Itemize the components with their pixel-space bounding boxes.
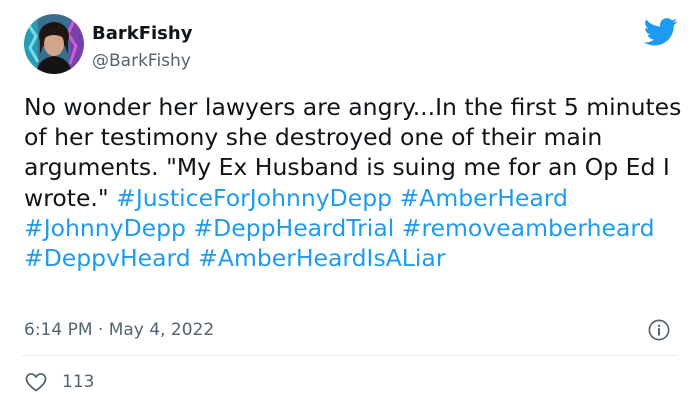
hashtag-link[interactable]: #AmberHeardIsALiar xyxy=(198,244,445,272)
display-name[interactable]: BarkFishy xyxy=(92,23,192,45)
tweet-text: No wonder her lawyers are angry...In the… xyxy=(24,92,684,273)
hashtag-link[interactable]: #removeamberheard xyxy=(402,214,655,242)
heart-icon xyxy=(25,373,47,392)
twitter-bird-icon[interactable] xyxy=(644,18,678,46)
info-icon[interactable] xyxy=(648,319,670,341)
hashtag-link[interactable]: #JusticeForJohnnyDepp xyxy=(116,184,392,212)
divider xyxy=(22,355,678,356)
user-handle[interactable]: @BarkFishy xyxy=(92,50,191,72)
hashtag-link[interactable]: #DeppvHeard xyxy=(24,244,191,272)
like-button[interactable]: 113 xyxy=(24,370,94,394)
hashtag-link[interactable]: #DeppHeardTrial xyxy=(193,214,394,242)
avatar[interactable] xyxy=(24,14,84,74)
avatar-image xyxy=(24,14,84,74)
like-count: 113 xyxy=(62,372,95,392)
tweet-timestamp[interactable]: 6:14 PM · May 4, 2022 xyxy=(24,318,214,342)
hashtag-link[interactable]: #AmberHeard xyxy=(400,184,568,212)
hashtag-link[interactable]: #JohnnyDepp xyxy=(24,214,186,242)
